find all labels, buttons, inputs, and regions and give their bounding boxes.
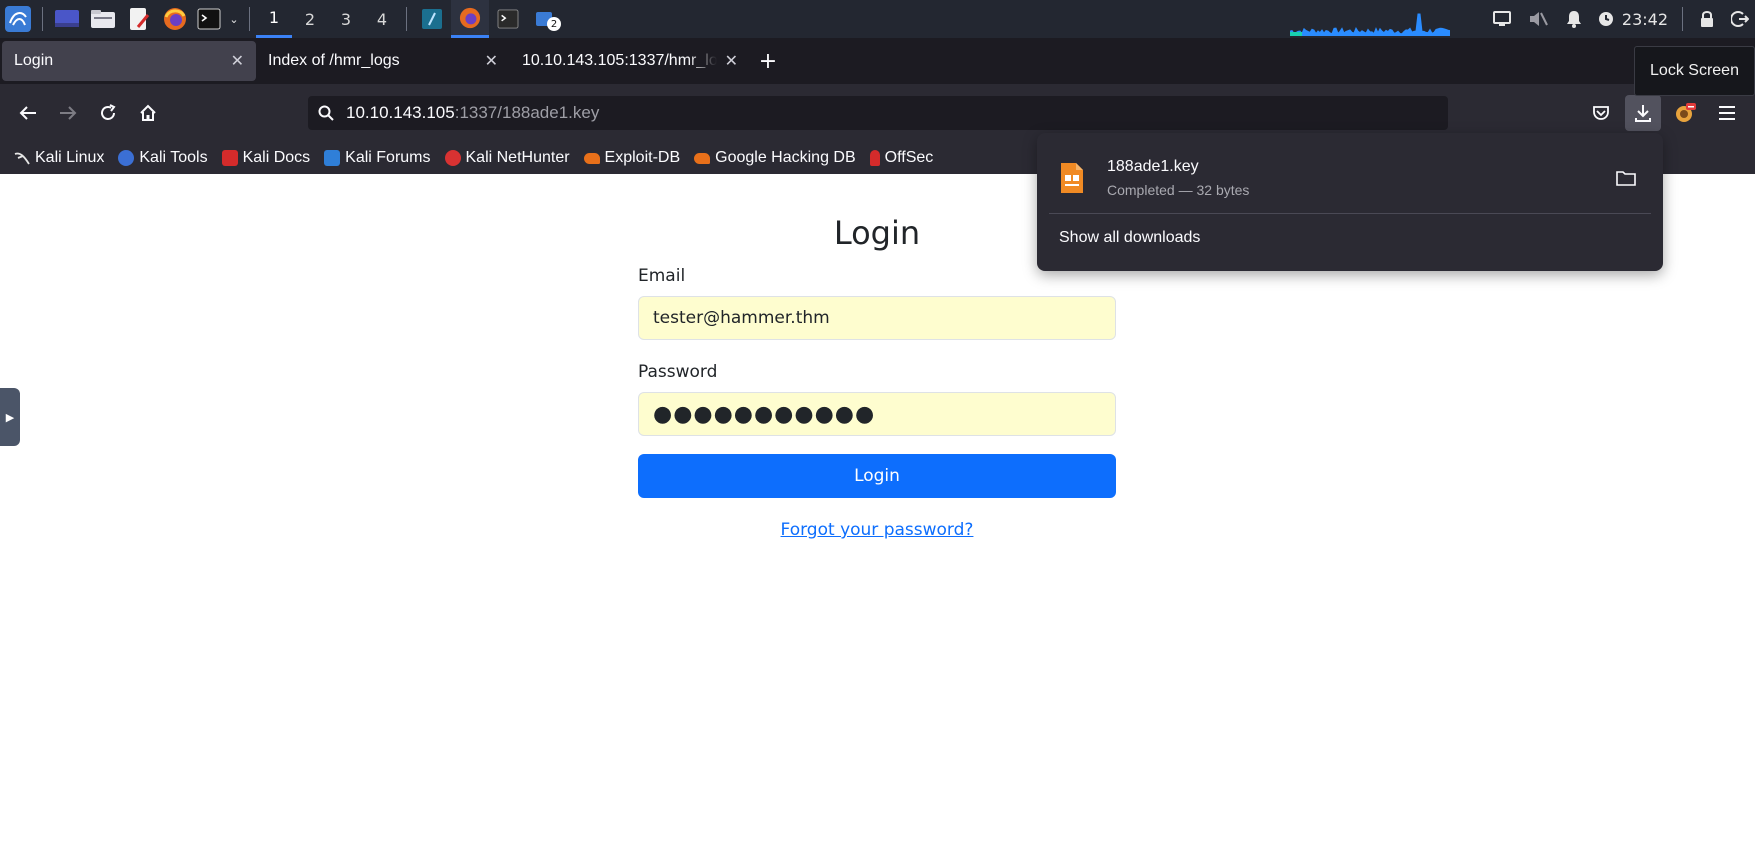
bookmark-label: Exploit-DB (604, 149, 681, 166)
logout-icon[interactable] (1725, 0, 1755, 38)
login-button[interactable]: Login (638, 454, 1116, 498)
new-tab-button[interactable]: + (750, 41, 786, 81)
file-manager-icon[interactable] (85, 0, 121, 38)
tab-title: Login (14, 52, 54, 69)
downloads-panel: 188ade1.key Completed — 32 bytes Show al… (1037, 133, 1663, 271)
text-editor-icon[interactable] (121, 0, 157, 38)
display-icon[interactable] (1484, 0, 1520, 38)
forward-button[interactable] (50, 95, 86, 131)
bookmark-offsec[interactable]: OffSec (869, 149, 934, 167)
email-field[interactable]: tester@hammer.thm (638, 296, 1116, 340)
offsec-icon (869, 150, 880, 166)
tab-title: 10.10.143.105:1337/hmr_logs/ (522, 52, 717, 69)
nethunter-icon (444, 150, 461, 166)
bookmark-kali-tools[interactable]: Kali Tools (118, 149, 208, 167)
volume-muted-icon[interactable] (1520, 0, 1556, 38)
url-path: :1337/188ade1.key (454, 103, 600, 122)
downloads-button[interactable] (1625, 95, 1661, 131)
lock-screen-tooltip: Lock Screen (1634, 46, 1755, 96)
bookmark-label: Google Hacking DB (715, 149, 856, 166)
play-icon: ▶ (5, 410, 15, 424)
exploit-db-icon (583, 152, 600, 164)
toolbar-right (1577, 95, 1755, 131)
bookmark-kali-nethunter[interactable]: Kali NetHunter (444, 149, 570, 167)
show-desktop-icon[interactable] (49, 0, 85, 38)
url-bar[interactable]: 10.10.143.105:1337/188ade1.key (308, 96, 1448, 130)
pocket-icon[interactable] (1583, 95, 1619, 131)
page-content: Login Email tester@hammer.thm Password ●… (0, 174, 1755, 857)
system-tray: 23:42 (1484, 0, 1755, 38)
bookmark-label: Kali Docs (242, 149, 311, 166)
panel-separator (406, 7, 407, 31)
password-label: Password (638, 362, 718, 382)
task-firefox-window[interactable] (451, 0, 489, 38)
home-button[interactable] (130, 95, 166, 131)
download-item[interactable]: 188ade1.key Completed — 32 bytes (1059, 155, 1639, 201)
bookmark-google-hacking-db[interactable]: Google Hacking DB (694, 149, 856, 167)
workspace-2[interactable]: 2 (292, 0, 328, 38)
close-icon[interactable]: ✕ (231, 51, 244, 71)
browser-tab-strip: Login ✕ Index of /hmr_logs ✕ 10.10.143.1… (0, 38, 1755, 84)
bookmark-kali-docs[interactable]: Kali Docs (221, 149, 311, 167)
bookmark-exploit-db[interactable]: Exploit-DB (583, 149, 681, 167)
key-file-icon (1061, 163, 1083, 193)
bookmark-kali-linux[interactable]: Kali Linux (14, 149, 104, 167)
panel-separator (249, 7, 250, 31)
desktop-panel: ⌄ 1 2 3 4 2 23:42 (0, 0, 1755, 38)
tab-hmr-logs-url[interactable]: 10.10.143.105:1337/hmr_logs/ ✕ (510, 41, 750, 81)
kali-dragon-icon (14, 150, 30, 166)
close-icon[interactable]: ✕ (485, 51, 498, 71)
chevron-down-icon[interactable]: ⌄ (225, 0, 243, 38)
back-button[interactable] (10, 95, 46, 131)
clock-time[interactable]: 23:42 (1620, 10, 1676, 29)
kali-forums-icon (324, 150, 341, 166)
bookmark-label: Kali Linux (35, 149, 105, 166)
tab-login[interactable]: Login ✕ (2, 41, 256, 81)
reload-button[interactable] (90, 95, 126, 131)
bookmark-label: Kali Forums (345, 149, 431, 166)
clock-icon (1592, 0, 1620, 38)
kali-tools-icon (118, 150, 135, 166)
notification-bell-icon[interactable] (1556, 0, 1592, 38)
firefox-launcher-icon[interactable] (157, 0, 193, 38)
forgot-password-link[interactable]: Forgot your password? (638, 520, 1116, 540)
bookmark-label: OffSec (884, 149, 934, 166)
bookmark-kali-forums[interactable]: Kali Forums (324, 149, 431, 167)
task-editor-window[interactable] (413, 0, 451, 38)
kali-docs-icon (221, 150, 238, 166)
workspace-1[interactable]: 1 (256, 0, 292, 38)
url-host: 10.10.143.105 (346, 103, 455, 122)
extension-icon[interactable] (1667, 95, 1703, 131)
tab-title: Index of /hmr_logs (268, 52, 400, 69)
terminal-launcher-icon[interactable] (193, 0, 225, 38)
divider (1049, 213, 1651, 214)
workspace-4[interactable]: 4 (364, 0, 400, 38)
password-field[interactable]: ●●●●●●●●●●● (638, 392, 1116, 436)
cpu-graph (1290, 13, 1450, 36)
download-status: Completed — 32 bytes (1107, 182, 1250, 198)
tab-index-of-hmr-logs[interactable]: Index of /hmr_logs ✕ (256, 41, 510, 81)
app-menu-icon[interactable] (1709, 95, 1745, 131)
window-count-badge: 2 (547, 17, 561, 31)
search-icon (318, 105, 334, 121)
task-terminal-group[interactable]: 2 (527, 0, 565, 38)
open-folder-icon[interactable] (1613, 165, 1639, 191)
bookmark-label: Kali Tools (139, 149, 208, 166)
ghdb-icon (694, 152, 711, 164)
kali-menu-icon[interactable] (0, 0, 36, 38)
show-all-downloads-button[interactable]: Show all downloads (1059, 229, 1200, 247)
close-icon[interactable]: ✕ (725, 51, 738, 71)
panel-separator (42, 7, 43, 31)
panel-separator (1682, 7, 1683, 31)
side-panel-handle[interactable]: ▶ (0, 388, 20, 446)
bookmark-label: Kali NetHunter (465, 149, 570, 166)
task-terminal-window[interactable] (489, 0, 527, 38)
lock-screen-icon[interactable] (1689, 0, 1725, 38)
download-file-name: 188ade1.key (1107, 158, 1199, 175)
workspace-3[interactable]: 3 (328, 0, 364, 38)
